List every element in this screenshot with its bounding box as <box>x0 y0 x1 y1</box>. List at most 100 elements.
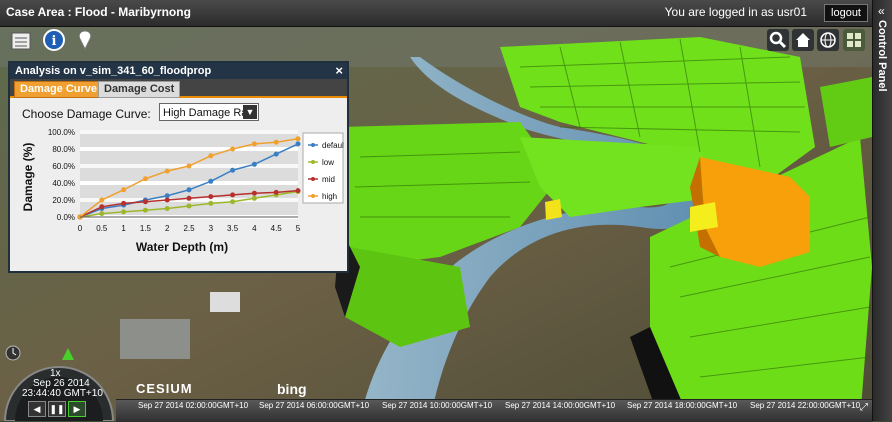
login-status: You are logged in as usr01 <box>664 5 807 19</box>
data-point-mid <box>230 192 236 198</box>
data-point-default <box>295 141 301 147</box>
y-tick-label: 80.0% <box>52 145 75 154</box>
logout-button[interactable]: logout <box>824 4 868 22</box>
tab-damage-curve[interactable]: Damage Curve <box>14 81 104 98</box>
data-point-default <box>251 161 257 167</box>
play-button[interactable]: ▶ <box>68 401 86 417</box>
legend-marker-mid <box>311 177 315 181</box>
data-point-high <box>121 187 127 193</box>
data-point-high <box>186 163 192 169</box>
x-tick-label: 2 <box>165 224 170 233</box>
legend-label-mid: mid <box>322 175 335 184</box>
pause-button[interactable]: ❚❚ <box>48 401 66 417</box>
data-point-mid <box>142 199 148 205</box>
case-area-title: Case Area : Flood - Maribyrnong <box>6 5 191 19</box>
damage-curve-select-value: High Damage Rati <box>163 107 253 119</box>
data-point-high <box>99 197 105 203</box>
timeline-label: Sep 27 2014 06:00:00GMT+10 <box>259 401 370 410</box>
data-point-low <box>230 199 236 205</box>
cesium-logo[interactable]: CESIUM <box>136 381 193 396</box>
bing-logo[interactable]: bing <box>277 381 307 397</box>
analysis-panel-header[interactable]: Analysis on v_sim_341_60_floodprop × <box>10 63 347 79</box>
data-point-high <box>273 139 279 145</box>
y-tick-label: 40.0% <box>52 179 75 188</box>
data-point-mid <box>251 190 257 196</box>
data-point-mid <box>273 189 279 195</box>
data-point-mid <box>295 188 301 194</box>
timeline-label: Sep 27 2014 02:00:00GMT+10 <box>138 401 249 410</box>
clock-icon[interactable] <box>4 344 22 362</box>
timeline-label: Sep 27 2014 14:00:00GMT+10 <box>505 401 616 410</box>
analysis-panel: Analysis on v_sim_341_60_floodprop × Dam… <box>8 61 349 273</box>
timeline-label: Sep 27 2014 18:00:00GMT+10 <box>627 401 738 410</box>
fullscreen-icon[interactable]: ⤢ <box>860 402 868 413</box>
data-point-low <box>99 211 105 217</box>
legend-label-low: low <box>322 158 334 167</box>
animation-clock: 1x Sep 26 2014 23:44:40 GMT+10 ◀ ❚❚ ▶ <box>0 336 118 421</box>
data-point-high <box>208 153 214 159</box>
data-point-mid <box>99 204 105 210</box>
curve-select-label: Choose Damage Curve: <box>22 107 151 121</box>
control-panel-label: Control Panel <box>876 20 888 92</box>
legend-label-default: default <box>322 141 344 150</box>
timeline-label: Sep 27 2014 22:00:00GMT+10 <box>750 401 861 410</box>
legend-marker-high <box>311 194 315 198</box>
analysis-tabs: Damage Curve Damage Cost <box>10 79 347 98</box>
home-icon[interactable] <box>792 29 814 51</box>
x-tick-label: 3 <box>209 224 214 233</box>
data-point-low <box>251 195 257 201</box>
legend-marker-low <box>311 160 315 164</box>
y-tick-label: 100.0% <box>48 128 75 137</box>
x-tick-label: 1 <box>121 224 126 233</box>
info-icon[interactable]: i <box>43 29 65 51</box>
data-point-low <box>142 207 148 213</box>
svg-text:i: i <box>52 34 57 49</box>
x-tick-label: 5 <box>296 224 301 233</box>
data-point-default <box>208 178 214 184</box>
clock-time: 23:44:40 GMT+10 <box>22 388 103 399</box>
data-point-low <box>164 206 170 211</box>
timeline-label: Sep 27 2014 10:00:00GMT+10 <box>382 401 493 410</box>
pin-icon[interactable] <box>74 29 96 51</box>
data-point-mid <box>121 200 127 206</box>
close-icon[interactable]: × <box>335 63 343 79</box>
data-point-low <box>208 200 214 206</box>
chevron-down-icon: ▼ <box>243 105 257 119</box>
data-point-high <box>251 141 257 147</box>
control-panel-toggle[interactable]: « Control Panel <box>872 0 892 421</box>
chart-legend: default low mid high <box>302 132 344 204</box>
data-point-low <box>121 209 127 215</box>
x-tick-label: 2.5 <box>183 224 195 233</box>
top-bar: Case Area : Flood - Maribyrnong You are … <box>0 0 892 27</box>
x-tick-label: 1.5 <box>140 224 152 233</box>
grid-icon[interactable] <box>843 29 865 51</box>
chevron-left-icon: « <box>878 4 885 18</box>
data-point-high <box>230 146 236 152</box>
x-tick-label: 0.5 <box>96 224 108 233</box>
legend-label-high: high <box>322 192 337 201</box>
damage-curve-chart: 0.0% 20.0% 40.0% 60.0% 80.0% 100.0% 0 0.5 1 1.5 2 2… <box>21 128 344 254</box>
rewind-button[interactable]: ◀ <box>28 401 46 417</box>
layers-icon[interactable] <box>10 30 32 52</box>
chart-ylabel: Damage (%) <box>21 143 35 212</box>
data-point-low <box>186 203 192 209</box>
x-tick-label: 3.5 <box>227 224 239 233</box>
search-icon[interactable] <box>767 29 789 51</box>
globe-icon[interactable] <box>817 29 839 51</box>
tab-damage-cost[interactable]: Damage Cost <box>98 81 181 98</box>
data-point-default <box>230 167 236 173</box>
data-point-mid <box>164 197 170 203</box>
chart-xlabel: Water Depth (m) <box>136 240 228 254</box>
y-tick-label: 20.0% <box>52 196 75 205</box>
data-point-mid <box>208 194 214 200</box>
data-point-high <box>164 168 170 174</box>
legend-marker-default <box>311 143 315 147</box>
timeline-bar[interactable]: Sep 27 2014 02:00:00GMT+10 Sep 27 2014 0… <box>116 399 872 422</box>
data-point-high <box>142 176 148 182</box>
x-tick-label: 4.5 <box>271 224 283 233</box>
data-point-high <box>295 136 301 142</box>
damage-curve-select[interactable]: High Damage Rati ▼ <box>159 103 259 121</box>
y-tick-label: 60.0% <box>52 162 75 171</box>
data-point-default <box>273 151 279 157</box>
data-point-mid <box>186 195 192 201</box>
